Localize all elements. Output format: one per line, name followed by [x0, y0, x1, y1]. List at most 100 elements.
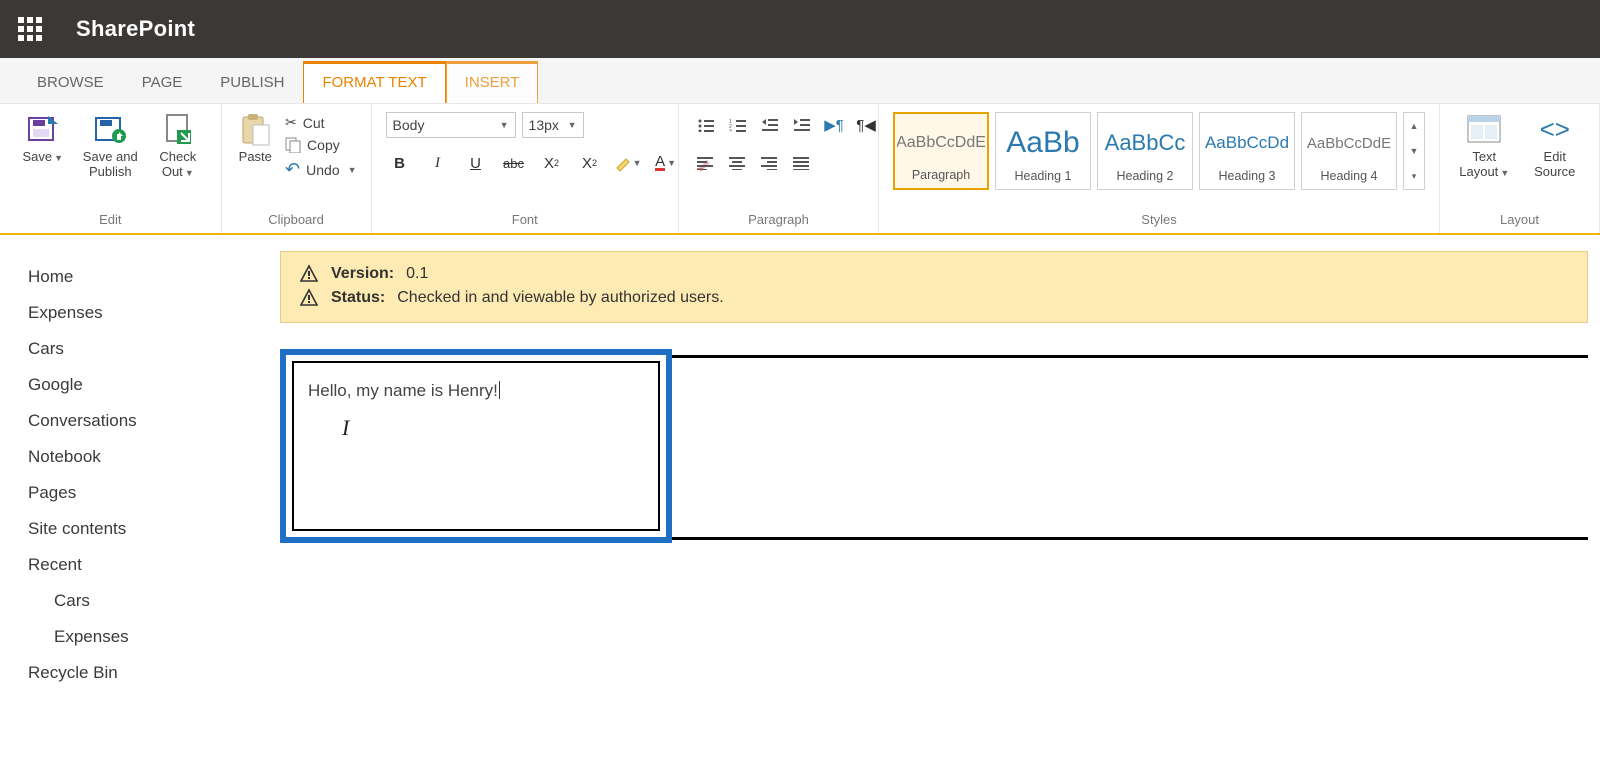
editor-text: Hello, my name is Henry!	[308, 381, 498, 400]
cut-button[interactable]: ✂ Cut	[285, 114, 356, 131]
group-label-styles: Styles	[889, 206, 1429, 231]
layout-divider	[672, 355, 1588, 358]
font-size-select[interactable]: 13px▼	[522, 112, 584, 138]
outdent-button[interactable]	[757, 112, 783, 138]
nav-notebook[interactable]: Notebook	[28, 439, 280, 475]
ribbon-tabs: BROWSE PAGE PUBLISH FORMAT TEXT INSERT	[0, 58, 1600, 104]
text-cursor-icon: I	[342, 415, 349, 441]
suite-bar: SharePoint	[0, 0, 1600, 58]
quick-launch-nav: HomeExpensesCarsGoogleConversationsNoteb…	[0, 235, 280, 691]
nav-conversations[interactable]: Conversations	[28, 403, 280, 439]
ribbon: Save▼ Save and Publish Check Out▼ Edit P…	[0, 104, 1600, 235]
tab-browse[interactable]: BROWSE	[18, 63, 123, 103]
rich-text-editor[interactable]: Hello, my name is Henry! I	[280, 349, 672, 543]
status-value: Checked in and viewable by authorized us…	[397, 289, 723, 307]
rtl-button[interactable]: ¶◀	[853, 112, 879, 138]
version-value: 0.1	[406, 265, 428, 283]
save-label: Save	[22, 149, 52, 164]
nav-recent-expenses[interactable]: Expenses	[28, 619, 280, 655]
edit-source-button[interactable]: <> Edit Source	[1525, 112, 1586, 180]
copy-label: Copy	[307, 137, 340, 153]
align-justify-button[interactable]	[789, 150, 815, 176]
styles-gallery-more[interactable]: ▲▼▾	[1403, 112, 1425, 190]
bold-button[interactable]: B	[386, 150, 414, 176]
numbering-button[interactable]: 123	[725, 112, 751, 138]
ltr-button[interactable]: ▶¶	[821, 112, 847, 138]
align-left-button[interactable]	[693, 150, 719, 176]
main: HomeExpensesCarsGoogleConversationsNoteb…	[0, 235, 1600, 691]
tab-format-text[interactable]: FORMAT TEXT	[303, 61, 445, 103]
app-launcher-icon[interactable]	[18, 17, 42, 41]
group-label-font: Font	[382, 206, 668, 231]
group-label-edit: Edit	[10, 206, 211, 231]
text-layout-label: Text Layout	[1459, 149, 1498, 179]
ribbon-group-paragraph: 123 ▶¶ ¶◀ Paragraph	[679, 104, 879, 233]
text-caret	[499, 381, 500, 399]
font-name-select[interactable]: Body▼	[386, 112, 516, 138]
style-heading-3[interactable]: AaBbCcDdHeading 3	[1199, 112, 1295, 190]
undo-label: Undo	[306, 162, 339, 178]
highlight-button[interactable]: ▼	[614, 150, 642, 176]
underline-button[interactable]: U	[462, 150, 490, 176]
copy-button[interactable]: Copy	[285, 137, 356, 153]
strikethrough-button[interactable]: abc	[500, 150, 528, 176]
nav-home[interactable]: Home	[28, 259, 280, 295]
italic-button[interactable]: I	[424, 150, 452, 176]
paste-icon	[238, 112, 272, 146]
style-heading-2[interactable]: AaBbCcHeading 2	[1097, 112, 1193, 190]
font-size-value: 13px	[529, 117, 559, 133]
align-right-button[interactable]	[757, 150, 783, 176]
version-label: Version:	[331, 265, 394, 283]
style-heading-4[interactable]: AaBbCcDdEHeading 4	[1301, 112, 1397, 190]
font-color-button[interactable]: A▼	[652, 150, 680, 176]
cut-icon: ✂	[285, 114, 297, 131]
paste-label: Paste	[239, 150, 272, 165]
status-label: Status:	[331, 289, 385, 307]
ribbon-group-font: Body▼ 13px▼ B I U abc X2 X2 ▼ A▼ Font	[372, 104, 679, 233]
save-and-publish-button[interactable]: Save and Publish	[82, 112, 140, 180]
nav-pages[interactable]: Pages	[28, 475, 280, 511]
content-area: Version: 0.1 Status: Checked in and view…	[280, 235, 1600, 691]
edit-source-label: Edit Source	[1534, 150, 1575, 180]
bullets-button[interactable]	[693, 112, 719, 138]
superscript-button[interactable]: X2	[576, 150, 604, 176]
align-center-button[interactable]	[725, 150, 751, 176]
font-name-value: Body	[393, 117, 425, 133]
tab-insert[interactable]: INSERT	[446, 61, 539, 103]
tab-publish[interactable]: PUBLISH	[201, 63, 303, 103]
ribbon-group-layout: Text Layout▼ <> Edit Source Layout	[1440, 104, 1600, 233]
check-out-button[interactable]: Check Out▼	[149, 112, 207, 180]
group-label-layout: Layout	[1450, 206, 1589, 231]
group-label-paragraph: Paragraph	[689, 206, 868, 231]
save-button[interactable]: Save▼	[14, 112, 72, 165]
nav-cars[interactable]: Cars	[28, 331, 280, 367]
group-label-clipboard: Clipboard	[232, 206, 361, 231]
text-layout-button[interactable]: Text Layout▼	[1454, 112, 1515, 180]
nav-expenses[interactable]: Expenses	[28, 295, 280, 331]
warning-icon	[299, 288, 319, 308]
layout-divider	[672, 537, 1588, 540]
save-publish-icon	[93, 112, 127, 146]
ribbon-group-clipboard: Paste ✂ Cut Copy ↶ Undo▼ Clipboard	[222, 104, 372, 233]
page-status-bar: Version: 0.1 Status: Checked in and view…	[280, 251, 1588, 323]
nav-google[interactable]: Google	[28, 367, 280, 403]
subscript-button[interactable]: X2	[538, 150, 566, 176]
undo-icon: ↶	[285, 159, 300, 180]
indent-button[interactable]	[789, 112, 815, 138]
page-layout-zone: Hello, my name is Henry! I	[280, 349, 1588, 540]
nav-recent[interactable]: Recent	[28, 547, 280, 583]
svg-text:3: 3	[729, 129, 732, 132]
nav-recent-cars[interactable]: Cars	[28, 583, 280, 619]
ribbon-group-styles: AaBbCcDdEParagraphAaBbHeading 1AaBbCcHea…	[879, 104, 1440, 233]
undo-button[interactable]: ↶ Undo▼	[285, 159, 356, 180]
nav-site-contents[interactable]: Site contents	[28, 511, 280, 547]
paste-button[interactable]: Paste	[236, 112, 276, 165]
cut-label: Cut	[303, 115, 325, 131]
style-heading-1[interactable]: AaBbHeading 1	[995, 112, 1091, 190]
copy-icon	[285, 137, 301, 153]
tab-page[interactable]: PAGE	[123, 63, 202, 103]
styles-gallery: AaBbCcDdEParagraphAaBbHeading 1AaBbCcHea…	[893, 112, 1425, 190]
style-paragraph[interactable]: AaBbCcDdEParagraph	[893, 112, 989, 190]
nav-recycle-bin[interactable]: Recycle Bin	[28, 655, 280, 691]
edit-source-icon: <>	[1538, 112, 1572, 146]
